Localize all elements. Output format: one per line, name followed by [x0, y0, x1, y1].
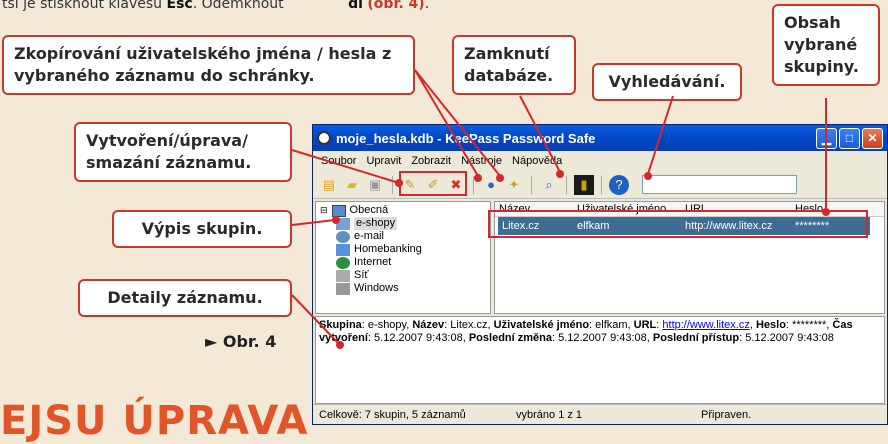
windows-icon — [336, 282, 350, 295]
copy-username-icon[interactable]: ● — [481, 175, 501, 195]
folder-icon — [331, 204, 346, 217]
entry-details: Skupina: e-shopy, Název: Litex.cz, Uživa… — [315, 316, 885, 404]
menu-upravit[interactable]: Upravit — [366, 155, 401, 167]
percent-icon — [336, 243, 350, 256]
intro-text: tší je stisknout klávesu Esc. Odemknout … — [2, 0, 430, 12]
window-title: moje_hesla.kdb - KeePass Password Safe — [336, 130, 596, 146]
lock-database-icon[interactable]: ▮ — [574, 174, 594, 195]
close-button[interactable]: ✕ — [862, 127, 883, 149]
menu-bar: Soubor Upravit Zobrazit Nástroje Nápověd… — [313, 151, 887, 171]
status-selected: vybráno 1 z 1 — [516, 408, 583, 421]
callout-create-edit: Vytvoření/úprava/ smazání záznamu. — [74, 122, 292, 182]
callout-details: Detaily záznamu. — [78, 279, 292, 317]
tree-item-e-shopy[interactable]: e-shopy — [320, 217, 486, 230]
search-input[interactable] — [642, 175, 797, 194]
find-icon[interactable]: ⌕ — [539, 175, 559, 195]
title-bar: moje_hesla.kdb - KeePass Password Safe ▁… — [313, 125, 887, 151]
callout-group-content: Obsah vybrané skupiny. — [772, 4, 880, 86]
tree-item-windows[interactable]: Windows — [320, 282, 486, 295]
status-total: Celkově: 7 skupin, 5 záznamů — [319, 408, 466, 421]
cart-icon — [336, 217, 350, 230]
tree-item-sit[interactable]: Síť — [320, 269, 486, 282]
network-icon — [336, 269, 350, 282]
figure-label: ► Obr. 4 — [205, 332, 277, 351]
save-database-icon[interactable]: ▣ — [365, 175, 385, 195]
highlight-list — [488, 210, 868, 238]
menu-soubor[interactable]: Soubor — [321, 155, 356, 167]
mail-icon — [336, 230, 350, 243]
group-tree: ⊟ Obecná e-shopy e-mail Homebanking Inte… — [315, 201, 491, 314]
maximize-button[interactable]: □ — [839, 127, 860, 149]
callout-search: Vyhledávání. — [592, 63, 742, 101]
callout-copy: Zkopírování uživatelského jména / hesla … — [2, 35, 415, 95]
menu-nastroje[interactable]: Nástroje — [461, 155, 502, 167]
new-database-icon[interactable]: ▤ — [319, 175, 339, 195]
keepass-window: moje_hesla.kdb - KeePass Password Safe ▁… — [312, 124, 888, 425]
copy-password-icon[interactable]: ✦ — [504, 175, 524, 195]
menu-napoveda[interactable]: Nápověda — [512, 155, 562, 167]
details-url-link[interactable]: http://www.litex.cz — [662, 319, 749, 331]
keepass-app-icon — [317, 131, 331, 145]
callout-group-list: Výpis skupin. — [112, 210, 292, 248]
minimize-button[interactable]: ▁ — [816, 127, 837, 149]
highlight-edit-tools — [399, 171, 467, 196]
status-ready: Připraven. — [701, 408, 752, 421]
globe-icon — [336, 256, 350, 269]
open-database-icon[interactable]: ▰ — [342, 175, 362, 195]
tree-root[interactable]: ⊟ Obecná — [320, 204, 486, 217]
tree-item-internet[interactable]: Internet — [320, 256, 486, 269]
menu-zobrazit[interactable]: Zobrazit — [411, 155, 451, 167]
status-bar: Celkově: 7 skupin, 5 záznamů vybráno 1 z… — [313, 404, 887, 424]
callout-lock: Zamknutí databáze. — [452, 35, 576, 95]
tree-item-homebanking[interactable]: Homebanking — [320, 243, 486, 256]
help-icon[interactable]: ? — [609, 174, 629, 195]
tree-item-e-mail[interactable]: e-mail — [320, 230, 486, 243]
section-heading: EJSU ÚPRAVA — [0, 398, 309, 444]
